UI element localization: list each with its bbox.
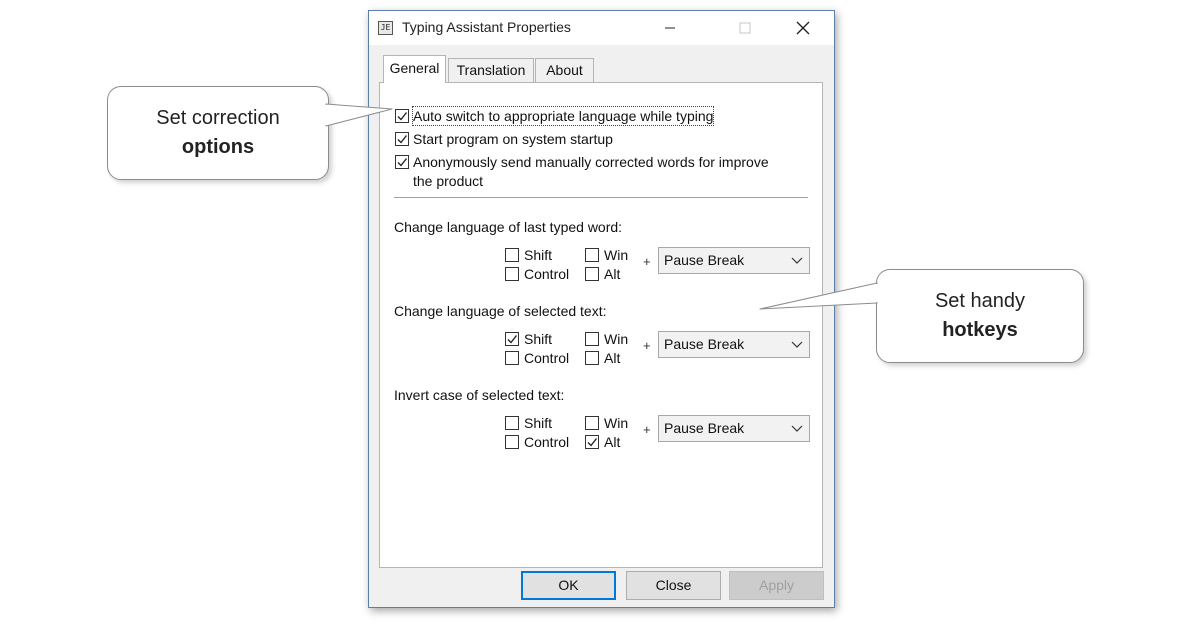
hotkey-group-title: Change language of selected text:: [394, 303, 607, 319]
hotkey-key-select[interactable]: Pause Break: [658, 415, 810, 442]
check-icon: [397, 112, 408, 121]
shift-label: Shift: [524, 415, 553, 431]
win-label: Win: [604, 331, 629, 347]
shift-checkbox[interactable]: [505, 248, 519, 262]
title-bar[interactable]: JE Typing Assistant Properties: [369, 11, 834, 45]
win-label: Win: [604, 247, 629, 263]
close-button[interactable]: Close: [626, 571, 721, 600]
auto-switch-checkbox[interactable]: [395, 109, 409, 123]
hotkey-key-select[interactable]: Pause Break: [658, 247, 810, 274]
separator: [394, 197, 808, 198]
alt-checkbox[interactable]: [585, 351, 599, 365]
callout-correction-options: Set correction options: [107, 86, 329, 180]
callout-right-line1: Set handy: [934, 290, 1026, 312]
control-label: Control: [524, 434, 570, 450]
win-checkbox[interactable]: [585, 332, 599, 346]
close-window-button[interactable]: [780, 11, 826, 45]
tab-translation[interactable]: Translation: [448, 58, 534, 82]
callout-left-line1: Set correction: [156, 107, 280, 129]
shift-label: Shift: [524, 331, 553, 347]
app-logo-icon: JE: [378, 21, 393, 35]
general-tab-panel: Auto switch to appropriate language whil…: [379, 82, 823, 568]
startup-checkbox[interactable]: [395, 132, 409, 146]
alt-label: Alt: [604, 266, 621, 282]
check-icon: [587, 438, 598, 447]
check-icon: [507, 335, 518, 344]
maximize-icon: [739, 22, 751, 34]
plus-sign: +: [643, 254, 651, 269]
control-checkbox[interactable]: [505, 435, 519, 449]
alt-label: Alt: [604, 434, 621, 450]
minimize-button[interactable]: [647, 11, 693, 45]
select-value: Pause Break: [664, 336, 745, 352]
check-icon: [397, 158, 408, 167]
tab-about[interactable]: About: [535, 58, 594, 82]
hotkey-group-title: Invert case of selected text:: [394, 387, 565, 403]
chevron-down-icon: [791, 341, 803, 348]
hotkey-key-select[interactable]: Pause Break: [658, 331, 810, 358]
control-label: Control: [524, 350, 570, 366]
callout-left-line2: options: [181, 136, 255, 158]
alt-label: Alt: [604, 350, 621, 366]
plus-sign: +: [643, 422, 651, 437]
win-label: Win: [604, 415, 629, 431]
startup-label[interactable]: Start program on system startup: [413, 130, 613, 148]
win-checkbox[interactable]: [585, 416, 599, 430]
callout-right-line2: hotkeys: [942, 319, 1018, 341]
maximize-button: [722, 11, 768, 45]
shift-checkbox[interactable]: [505, 332, 519, 346]
control-label: Control: [524, 266, 570, 282]
anonymous-send-checkbox[interactable]: [395, 155, 409, 169]
callout-handy-hotkeys: Set handy hotkeys: [876, 269, 1084, 363]
chevron-down-icon: [791, 257, 803, 264]
minimize-icon: [665, 27, 675, 29]
tab-general[interactable]: General: [383, 55, 446, 83]
select-value: Pause Break: [664, 252, 745, 268]
alt-checkbox[interactable]: [585, 435, 599, 449]
select-value: Pause Break: [664, 420, 745, 436]
anonymous-send-label-line1[interactable]: Anonymously send manually corrected word…: [413, 153, 769, 171]
hotkey-group-title: Change language of last typed word:: [394, 219, 623, 235]
check-icon: [397, 135, 408, 144]
shift-checkbox[interactable]: [505, 416, 519, 430]
anonymous-send-label-line2[interactable]: the product: [413, 172, 483, 190]
chevron-down-icon: [791, 425, 803, 432]
window-title: Typing Assistant Properties: [402, 19, 571, 35]
shift-label: Shift: [524, 247, 553, 263]
ok-button[interactable]: OK: [521, 571, 616, 600]
apply-button[interactable]: Apply: [729, 571, 824, 600]
plus-sign: +: [643, 338, 651, 353]
auto-switch-label[interactable]: Auto switch to appropriate language whil…: [411, 106, 715, 126]
close-icon: [796, 21, 810, 35]
win-checkbox[interactable]: [585, 248, 599, 262]
properties-dialog: JE Typing Assistant Properties Translati…: [368, 10, 835, 608]
control-checkbox[interactable]: [505, 351, 519, 365]
alt-checkbox[interactable]: [585, 267, 599, 281]
control-checkbox[interactable]: [505, 267, 519, 281]
